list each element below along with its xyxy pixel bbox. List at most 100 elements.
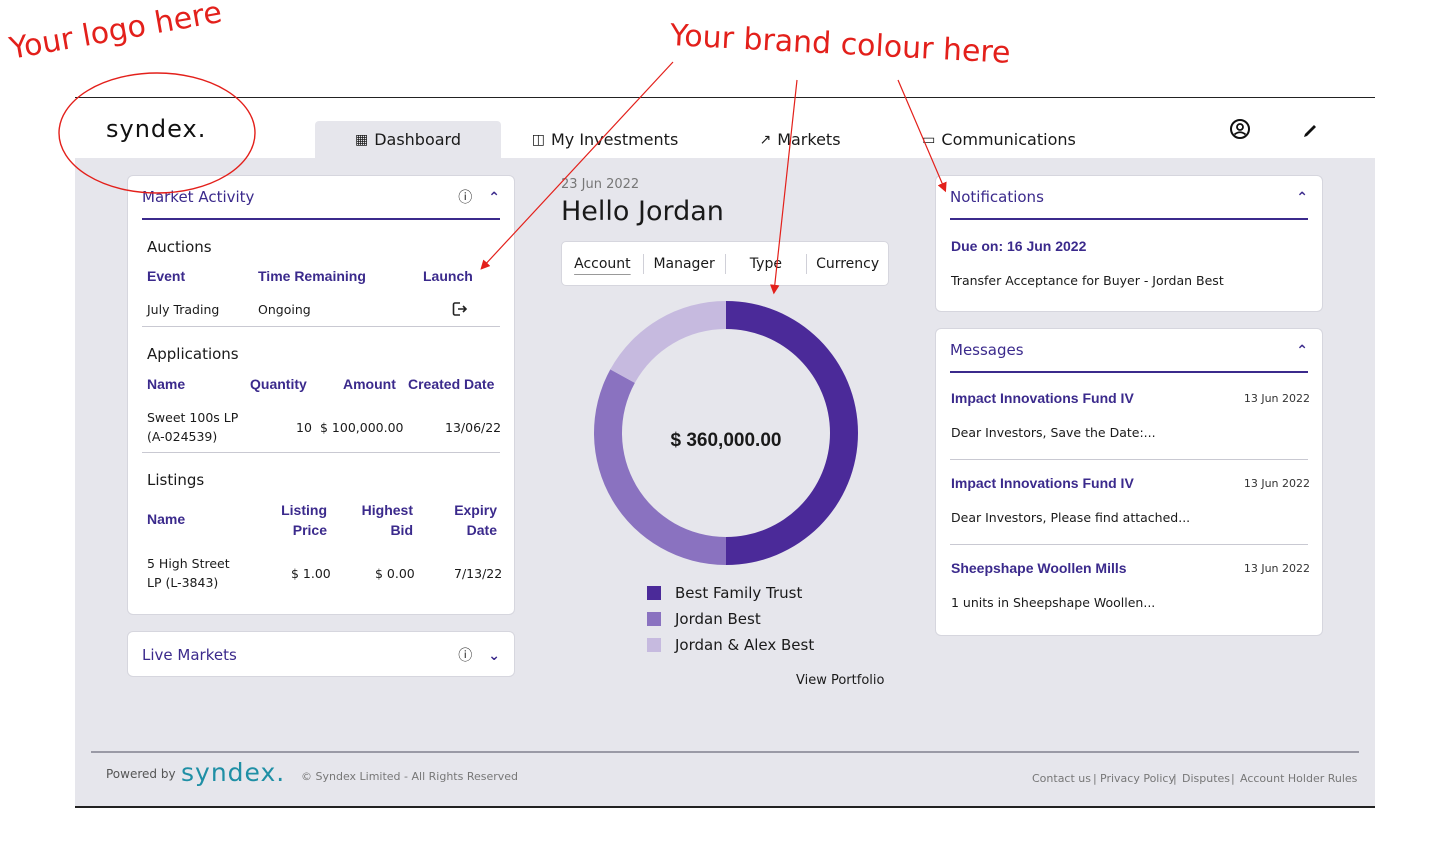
legend-label: Best Family Trust (675, 584, 803, 602)
tab-markets-label: Markets (777, 130, 841, 149)
notifications-header[interactable]: Notifications ⌃ (950, 176, 1308, 220)
legend-item: Jordan & Alex Best (647, 636, 814, 654)
message-item[interactable]: Impact Innovations Fund IV 13 Jun 2022 D… (936, 379, 1324, 461)
tab-markets[interactable]: ↗ Markets (755, 121, 845, 158)
launch-icon[interactable] (451, 300, 469, 323)
legend-swatch (647, 586, 661, 600)
legend-swatch (647, 612, 661, 626)
tab-my-investments-label: My Investments (550, 130, 679, 149)
tab-my-investments[interactable]: ◫ My Investments (530, 121, 680, 158)
greeting: Hello Jordan (561, 196, 724, 227)
applications-title: Applications (147, 345, 239, 363)
divider (950, 459, 1308, 460)
col-created-date: Created Date (408, 376, 495, 392)
col-quantity: Quantity (250, 376, 307, 392)
application-quantity: 10 (296, 420, 312, 435)
footer-link-account-holder-rules[interactable]: Account Holder Rules (1240, 772, 1357, 785)
bar-chart-icon: ◫ (531, 131, 545, 148)
message-title: Impact Innovations Fund IV (951, 390, 1134, 406)
auction-time-remaining: Ongoing (258, 302, 311, 317)
tab-communications[interactable]: ▭ Communications (922, 121, 1076, 158)
app-frame: syndex. ▦ Dashboard ◫ My Investments ↗ M… (75, 97, 1375, 808)
col-highest: Highest (361, 502, 413, 518)
message-preview: Dear Investors, Save the Date:... (951, 425, 1156, 440)
copyright: © Syndex Limited - All Rights Reserved (301, 770, 519, 783)
listing-name-line2: LP (L-3843) (147, 575, 219, 590)
grid-icon: ▦ (354, 131, 369, 148)
message-preview: 1 units in Sheepshape Woollen... (951, 595, 1156, 610)
current-date: 23 Jun 2022 (561, 177, 640, 192)
legend-item: Best Family Trust (647, 584, 802, 602)
info-icon[interactable]: ⓘ (458, 645, 472, 665)
message-item[interactable]: Impact Innovations Fund IV 13 Jun 2022 D… (936, 464, 1324, 546)
divider (142, 452, 500, 453)
filter-currency[interactable]: Currency (807, 254, 888, 274)
col-launch: Launch (423, 268, 473, 284)
legend-label: Jordan & Alex Best (675, 636, 815, 654)
listing-price: $ 1.00 (291, 566, 331, 581)
message-title: Impact Innovations Fund IV (951, 475, 1134, 491)
footer-divider (91, 751, 1359, 753)
col-listing: Listing (281, 502, 327, 518)
donut-slice-2[interactable] (594, 369, 726, 565)
notification-due-date: Due on: 16 Jun 2022 (951, 238, 1087, 254)
listing-highest-bid: $ 0.00 (375, 566, 415, 581)
listing-expiry: 7/13/22 (454, 566, 503, 581)
notification-text[interactable]: Transfer Acceptance for Buyer - Jordan B… (951, 273, 1224, 288)
filter-account[interactable]: Account (562, 253, 644, 274)
auctions-title: Auctions (147, 238, 212, 256)
market-activity-header[interactable]: Market Activity ⓘ ⌃ (142, 176, 500, 220)
application-name-line1: Sweet 100s LP (147, 410, 239, 425)
chevron-up-icon[interactable]: ⌃ (488, 189, 500, 206)
filter-manager[interactable]: Manager (644, 253, 726, 274)
message-icon: ▭ (922, 131, 936, 148)
footer-separator: | (1093, 772, 1097, 785)
powered-by-label: Powered by (106, 767, 176, 781)
messages-card: Messages ⌃ Impact Innovations Fund IV 13… (935, 328, 1323, 636)
col-event: Event (147, 268, 186, 284)
brand-colour-annotation: Your brand colour here (669, 18, 1012, 71)
market-activity-title: Market Activity (142, 188, 255, 206)
live-markets-header[interactable]: Live Markets ⓘ ⌄ (142, 632, 500, 678)
donut-slice-3[interactable] (610, 301, 726, 383)
user-circle-icon[interactable] (1229, 118, 1251, 146)
view-portfolio-link[interactable]: View Portfolio (796, 673, 884, 688)
col-price: Price (292, 522, 327, 538)
message-item[interactable]: Sheepshape Woollen Mills 13 Jun 2022 1 u… (936, 549, 1324, 631)
application-name-line2: (A-024539) (147, 429, 218, 444)
footer-link-disputes[interactable]: Disputes (1182, 772, 1230, 785)
live-markets-card[interactable]: Live Markets ⓘ ⌄ (127, 631, 515, 677)
syndex-logo[interactable]: syndex. (106, 115, 206, 143)
listing-name-line1: 5 High Street (147, 556, 230, 571)
tab-communications-label: Communications (941, 130, 1076, 149)
tab-dashboard-label: Dashboard (374, 130, 462, 149)
edit-pen-icon[interactable] (1302, 118, 1318, 146)
logo-annotation: Your logo here (6, 0, 225, 67)
message-date: 13 Jun 2022 (1243, 392, 1310, 405)
message-date: 13 Jun 2022 (1243, 562, 1310, 575)
footer-brand-logo: syndex. (181, 758, 286, 787)
top-nav: syndex. ▦ Dashboard ◫ My Investments ↗ M… (75, 98, 1375, 158)
portfolio-filter-bar: Account Manager Type Currency (561, 241, 889, 286)
footer-separator: | (1231, 772, 1235, 785)
messages-header[interactable]: Messages ⌃ (950, 329, 1308, 373)
footer-link-privacy[interactable]: Privacy Policy (1100, 772, 1175, 785)
divider (142, 326, 500, 327)
messages-title: Messages (950, 341, 1024, 359)
chevron-up-icon[interactable]: ⌃ (1296, 342, 1308, 359)
application-amount: $ 100,000.00 (320, 420, 404, 435)
chevron-down-icon[interactable]: ⌄ (488, 647, 500, 664)
col-date: Date (466, 522, 497, 538)
col-name: Name (147, 376, 186, 392)
chevron-up-icon[interactable]: ⌃ (1296, 189, 1308, 206)
info-icon[interactable]: ⓘ (458, 187, 472, 207)
footer-link-contact[interactable]: Contact us (1032, 772, 1091, 785)
col-bid: Bid (390, 522, 413, 538)
message-date: 13 Jun 2022 (1243, 477, 1310, 490)
market-activity-card: Market Activity ⓘ ⌃ Auctions Event Time … (127, 175, 515, 615)
col-expiry: Expiry (454, 502, 497, 518)
legend-label: Jordan Best (675, 610, 761, 628)
live-markets-title: Live Markets (142, 646, 237, 664)
tab-dashboard[interactable]: ▦ Dashboard (315, 121, 501, 158)
filter-type[interactable]: Type (726, 253, 808, 274)
